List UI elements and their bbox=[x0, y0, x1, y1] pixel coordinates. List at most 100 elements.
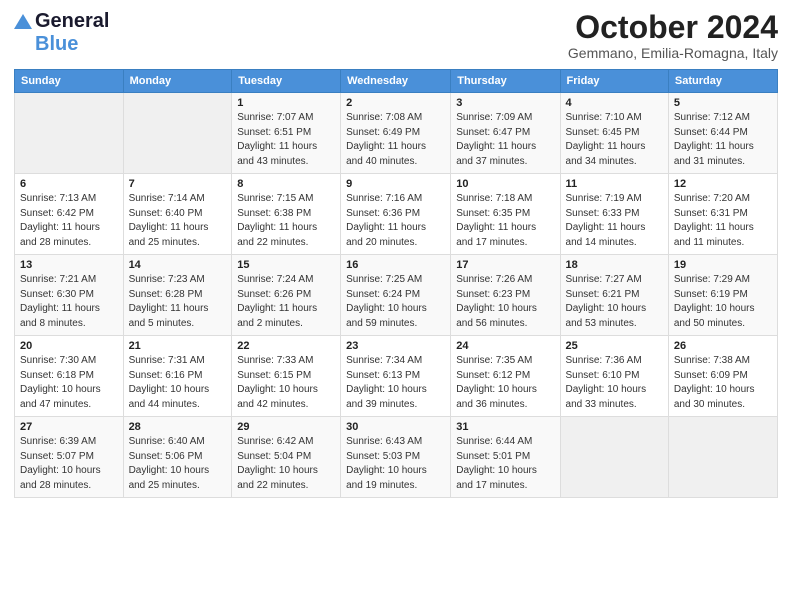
calendar-day-header: Friday bbox=[560, 70, 668, 93]
day-number: 8 bbox=[237, 178, 335, 190]
day-number: 10 bbox=[456, 178, 554, 190]
calendar-cell: 18Sunrise: 7:27 AMSunset: 6:21 PMDayligh… bbox=[560, 255, 668, 336]
day-detail: Sunrise: 7:34 AMSunset: 6:13 PMDaylight:… bbox=[346, 354, 445, 412]
day-number: 23 bbox=[346, 340, 445, 352]
day-detail: Sunrise: 7:10 AMSunset: 6:45 PMDaylight:… bbox=[566, 111, 663, 169]
day-detail: Sunrise: 7:24 AMSunset: 6:26 PMDaylight:… bbox=[237, 273, 335, 331]
day-number: 19 bbox=[674, 259, 772, 271]
day-number: 29 bbox=[237, 421, 335, 433]
logo: General Blue bbox=[14, 10, 109, 56]
calendar-day-header: Sunday bbox=[15, 70, 124, 93]
day-number: 11 bbox=[566, 178, 663, 190]
calendar-week-row: 6 Sunrise: 7:13 AMSunset: 6:42 PMDaylight… bbox=[15, 174, 778, 255]
calendar-cell: 6 Sunrise: 7:13 AMSunset: 6:42 PMDaylight… bbox=[15, 174, 124, 255]
calendar-cell: 19 Sunrise: 7:29 AMSunset: 6:19 PMDayligh… bbox=[668, 255, 777, 336]
day-detail: Sunrise: 7:29 AMSunset: 6:19 PMDaylight:… bbox=[674, 273, 772, 331]
day-detail: Sunrise: 7:36 AMSunset: 6:10 PMDaylight:… bbox=[566, 354, 663, 412]
calendar-cell: 13Sunrise: 7:21 AMSunset: 6:30 PMDayligh… bbox=[15, 255, 124, 336]
calendar-cell: 8 Sunrise: 7:15 AMSunset: 6:38 PMDaylight… bbox=[232, 174, 341, 255]
day-detail: Sunrise: 6:40 AMSunset: 5:06 PMDaylight:… bbox=[129, 435, 227, 493]
calendar-cell: 11 Sunrise: 7:19 AMSunset: 6:33 PMDayligh… bbox=[560, 174, 668, 255]
calendar-cell: 26 Sunrise: 7:38 AMSunset: 6:09 PMDayligh… bbox=[668, 336, 777, 417]
calendar-cell: 4 Sunrise: 7:10 AMSunset: 6:45 PMDaylight… bbox=[560, 93, 668, 174]
calendar-cell: 30Sunrise: 6:43 AMSunset: 5:03 PMDayligh… bbox=[341, 417, 451, 498]
day-detail: Sunrise: 7:14 AMSunset: 6:40 PMDaylight:… bbox=[129, 192, 227, 250]
calendar-cell: 9Sunrise: 7:16 AMSunset: 6:36 PMDaylight… bbox=[341, 174, 451, 255]
calendar-week-row: 20Sunrise: 7:30 AMSunset: 6:18 PMDayligh… bbox=[15, 336, 778, 417]
logo-triangle-icon bbox=[14, 14, 32, 29]
day-number: 17 bbox=[456, 259, 554, 271]
day-detail: Sunrise: 7:30 AMSunset: 6:18 PMDaylight:… bbox=[20, 354, 118, 412]
day-detail: Sunrise: 7:31 AMSunset: 6:16 PMDaylight:… bbox=[129, 354, 227, 412]
day-number: 7 bbox=[129, 178, 227, 190]
calendar-cell: 22Sunrise: 7:33 AMSunset: 6:15 PMDayligh… bbox=[232, 336, 341, 417]
calendar-cell: 14 Sunrise: 7:23 AMSunset: 6:28 PMDayligh… bbox=[123, 255, 232, 336]
calendar-cell: 12Sunrise: 7:20 AMSunset: 6:31 PMDayligh… bbox=[668, 174, 777, 255]
day-number: 31 bbox=[456, 421, 554, 433]
calendar-day-header: Thursday bbox=[451, 70, 560, 93]
logo-text-general: General bbox=[35, 10, 109, 33]
calendar-cell: 15 Sunrise: 7:24 AMSunset: 6:26 PMDayligh… bbox=[232, 255, 341, 336]
day-detail: Sunrise: 7:35 AMSunset: 6:12 PMDaylight:… bbox=[456, 354, 554, 412]
calendar-week-row: 13Sunrise: 7:21 AMSunset: 6:30 PMDayligh… bbox=[15, 255, 778, 336]
calendar-cell: 1 Sunrise: 7:07 AMSunset: 6:51 PMDaylight… bbox=[232, 93, 341, 174]
day-number: 26 bbox=[674, 340, 772, 352]
calendar-cell: 10 Sunrise: 7:18 AMSunset: 6:35 PMDayligh… bbox=[451, 174, 560, 255]
day-number: 4 bbox=[566, 97, 663, 109]
calendar-cell: 16Sunrise: 7:25 AMSunset: 6:24 PMDayligh… bbox=[341, 255, 451, 336]
day-detail: Sunrise: 6:44 AMSunset: 5:01 PMDaylight:… bbox=[456, 435, 554, 493]
day-number: 9 bbox=[346, 178, 445, 190]
month-title: October 2024 bbox=[568, 10, 778, 45]
page-container: General Blue October 2024 Gemmano, Emili… bbox=[0, 0, 792, 506]
day-number: 21 bbox=[129, 340, 227, 352]
calendar-cell: 25Sunrise: 7:36 AMSunset: 6:10 PMDayligh… bbox=[560, 336, 668, 417]
day-number: 5 bbox=[674, 97, 772, 109]
calendar-cell: 23 Sunrise: 7:34 AMSunset: 6:13 PMDayligh… bbox=[341, 336, 451, 417]
day-number: 22 bbox=[237, 340, 335, 352]
day-number: 1 bbox=[237, 97, 335, 109]
day-detail: Sunrise: 7:26 AMSunset: 6:23 PMDaylight:… bbox=[456, 273, 554, 331]
day-detail: Sunrise: 7:15 AMSunset: 6:38 PMDaylight:… bbox=[237, 192, 335, 250]
day-number: 6 bbox=[20, 178, 118, 190]
day-detail: Sunrise: 7:27 AMSunset: 6:21 PMDaylight:… bbox=[566, 273, 663, 331]
day-detail: Sunrise: 7:12 AMSunset: 6:44 PMDaylight:… bbox=[674, 111, 772, 169]
calendar-cell: 21 Sunrise: 7:31 AMSunset: 6:16 PMDayligh… bbox=[123, 336, 232, 417]
calendar-cell: 27 Sunrise: 6:39 AMSunset: 5:07 PMDayligh… bbox=[15, 417, 124, 498]
day-number: 30 bbox=[346, 421, 445, 433]
day-number: 24 bbox=[456, 340, 554, 352]
calendar-cell: 7 Sunrise: 7:14 AMSunset: 6:40 PMDaylight… bbox=[123, 174, 232, 255]
title-block: October 2024 Gemmano, Emilia-Romagna, It… bbox=[568, 10, 778, 61]
day-detail: Sunrise: 6:42 AMSunset: 5:04 PMDaylight:… bbox=[237, 435, 335, 493]
day-number: 28 bbox=[129, 421, 227, 433]
day-number: 3 bbox=[456, 97, 554, 109]
calendar-cell: 2 Sunrise: 7:08 AMSunset: 6:49 PMDaylight… bbox=[341, 93, 451, 174]
calendar-day-header: Saturday bbox=[668, 70, 777, 93]
day-detail: Sunrise: 6:39 AMSunset: 5:07 PMDaylight:… bbox=[20, 435, 118, 493]
logo-text-blue: Blue bbox=[35, 33, 78, 56]
calendar-cell: 24 Sunrise: 7:35 AMSunset: 6:12 PMDayligh… bbox=[451, 336, 560, 417]
calendar-cell bbox=[123, 93, 232, 174]
day-detail: Sunrise: 7:13 AMSunset: 6:42 PMDaylight:… bbox=[20, 192, 118, 250]
day-detail: Sunrise: 7:08 AMSunset: 6:49 PMDaylight:… bbox=[346, 111, 445, 169]
calendar-cell: 28 Sunrise: 6:40 AMSunset: 5:06 PMDayligh… bbox=[123, 417, 232, 498]
day-detail: Sunrise: 7:38 AMSunset: 6:09 PMDaylight:… bbox=[674, 354, 772, 412]
day-detail: Sunrise: 7:19 AMSunset: 6:33 PMDaylight:… bbox=[566, 192, 663, 250]
day-detail: Sunrise: 7:23 AMSunset: 6:28 PMDaylight:… bbox=[129, 273, 227, 331]
header: General Blue October 2024 Gemmano, Emili… bbox=[14, 10, 778, 61]
day-number: 14 bbox=[129, 259, 227, 271]
day-detail: Sunrise: 7:07 AMSunset: 6:51 PMDaylight:… bbox=[237, 111, 335, 169]
calendar-cell: 5 Sunrise: 7:12 AMSunset: 6:44 PMDaylight… bbox=[668, 93, 777, 174]
day-number: 27 bbox=[20, 421, 118, 433]
day-number: 12 bbox=[674, 178, 772, 190]
day-number: 13 bbox=[20, 259, 118, 271]
day-detail: Sunrise: 7:25 AMSunset: 6:24 PMDaylight:… bbox=[346, 273, 445, 331]
calendar-cell bbox=[560, 417, 668, 498]
day-number: 2 bbox=[346, 97, 445, 109]
calendar-day-header: Tuesday bbox=[232, 70, 341, 93]
calendar-cell bbox=[15, 93, 124, 174]
calendar-cell: 29 Sunrise: 6:42 AMSunset: 5:04 PMDayligh… bbox=[232, 417, 341, 498]
calendar-week-row: 27 Sunrise: 6:39 AMSunset: 5:07 PMDayligh… bbox=[15, 417, 778, 498]
day-detail: Sunrise: 7:18 AMSunset: 6:35 PMDaylight:… bbox=[456, 192, 554, 250]
day-number: 15 bbox=[237, 259, 335, 271]
calendar-cell bbox=[668, 417, 777, 498]
